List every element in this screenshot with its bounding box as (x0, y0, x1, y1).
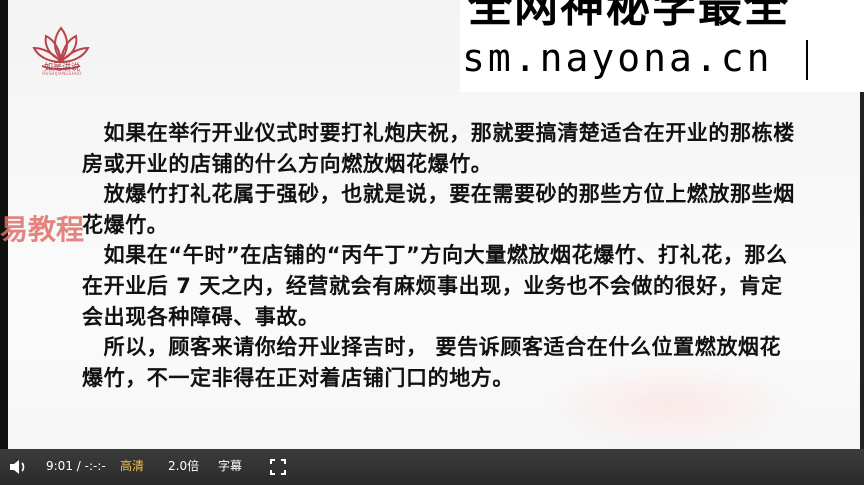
side-watermark: 易教程 (0, 213, 85, 246)
paragraph-text: 如果在举行开业仪式时要打礼炮庆祝，那就要搞清楚适合在开业的那栋楼房或开业的店铺的… (82, 121, 795, 176)
logo-subtitle: RUSHIJIANGSHUO (42, 71, 82, 76)
speed-button[interactable]: 2.0倍 (168, 449, 199, 485)
watermark-title: 全网神秘学最全 (468, 0, 790, 32)
text-cursor (806, 40, 808, 80)
slide-text: 如果在举行开业仪式时要打礼炮庆祝，那就要搞清楚适合在开业的那栋楼房或开业的店铺的… (82, 118, 802, 393)
subtitles-button[interactable]: 字幕 (218, 449, 242, 485)
paragraph: 所以，顾客来请你给开业择吉时， 要告诉顾客适合在什么位置燃放烟花爆竹，不一定非得… (82, 332, 802, 393)
watermark-box: 全网神秘学最全 sm.nayona.cn (460, 0, 864, 92)
paragraph-text: 所以，顾客来请你给开业择吉时， 要告诉顾客适合在什么位置燃放烟花爆竹，不一定非得… (82, 335, 782, 390)
paragraph: 如果在“午时”在店铺的“丙午丁”方向大量燃放烟花爆竹、打礼花，那么在开业后 7 … (82, 240, 802, 332)
paragraph-text: 放爆竹打礼花属于强砂，也就是说，要在需要砂的那些方位上燃放那些烟花爆竹。 (82, 182, 795, 237)
video-frame[interactable]: 如是讲说 RUSHIJIANGSHUO 全网神秘学最全 sm.nayona.cn… (0, 0, 864, 449)
player-controls: 9:01 / -:-:- 高清 2.0倍 字幕 (0, 449, 864, 485)
paragraph: 放爆竹打礼花属于强砂，也就是说，要在需要砂的那些方位上燃放那些烟花爆竹。 (82, 179, 802, 240)
time-display: 9:01 / -:-:- (46, 459, 106, 473)
speaker-icon[interactable] (8, 458, 28, 476)
fullscreen-icon[interactable] (270, 459, 286, 475)
paragraph: 如果在举行开业仪式时要打礼炮庆祝，那就要搞清楚适合在开业的那栋楼房或开业的店铺的… (82, 118, 802, 179)
watermark-url: sm.nayona.cn (462, 36, 773, 80)
paragraph-text: 如果在“午时”在店铺的“丙午丁”方向大量燃放烟花爆竹、打礼花，那么在开业后 7 … (82, 243, 788, 329)
quality-button[interactable]: 高清 (120, 449, 144, 485)
